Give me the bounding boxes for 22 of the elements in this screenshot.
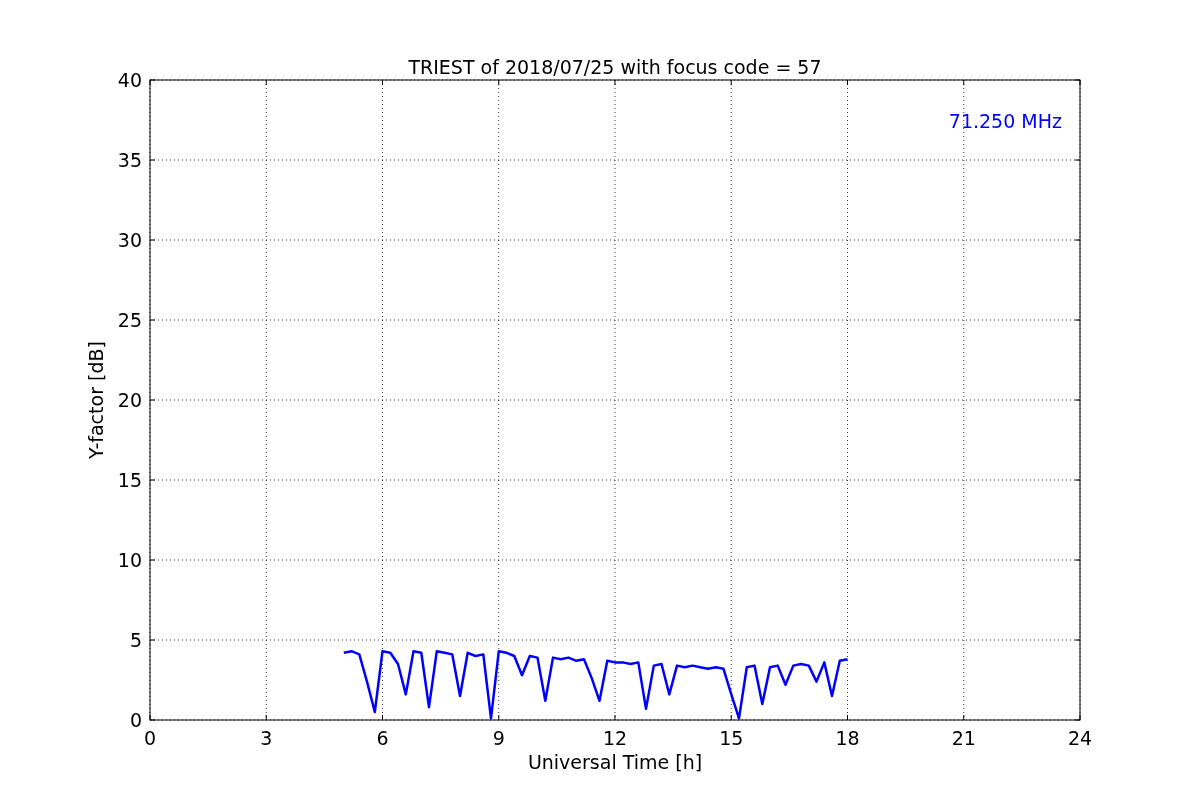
x-tick-label: 15 — [719, 727, 744, 749]
y-tick-label: 0 — [129, 709, 142, 731]
y-tick-label: 20 — [117, 389, 142, 411]
x-tick-label: 21 — [951, 727, 976, 749]
series-label: 71.250 MHz — [948, 110, 1062, 132]
y-tick-label: 25 — [117, 309, 142, 331]
y-tick-label: 35 — [117, 149, 142, 171]
y-tick-label: 30 — [117, 229, 142, 251]
x-axis-label: Universal Time [h] — [527, 751, 703, 773]
x-tick-label: 24 — [1067, 727, 1093, 749]
y-tick-label: 15 — [117, 469, 142, 491]
x-tick-label: 18 — [835, 727, 860, 749]
y-tick-label: 5 — [129, 629, 142, 651]
chart-title: TRIEST of 2018/07/25 with focus code = 57 — [408, 56, 822, 78]
x-tick-label: 9 — [492, 727, 505, 749]
x-tick-label: 12 — [602, 727, 628, 749]
x-tick-label: 3 — [260, 727, 273, 749]
y-tick-label: 40 — [117, 69, 142, 91]
x-tick-label: 0 — [143, 727, 157, 749]
y-tick-label: 10 — [117, 549, 142, 571]
y-axis-label: Y-factor [dB] — [85, 341, 107, 459]
x-tick-label: 6 — [376, 727, 389, 749]
